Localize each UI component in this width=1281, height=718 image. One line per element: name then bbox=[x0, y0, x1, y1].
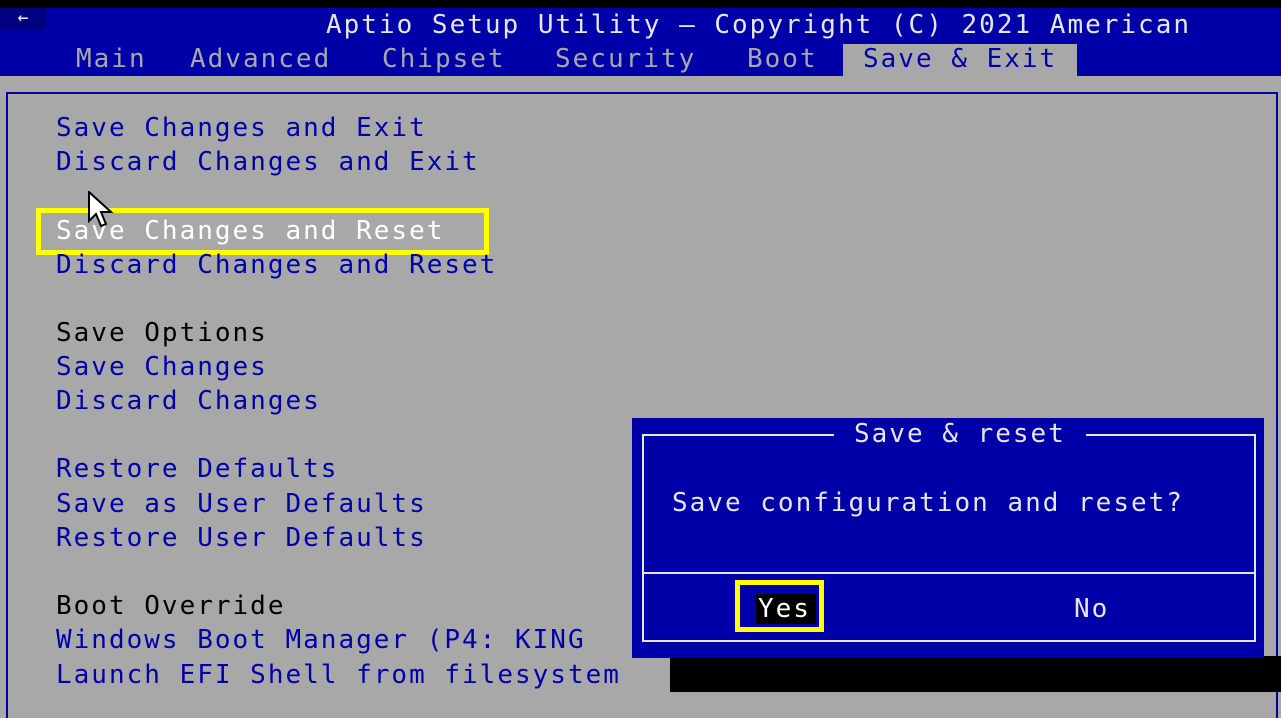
section-label-boot-override: Boot Override bbox=[56, 591, 286, 621]
yes-highlight-box bbox=[735, 580, 824, 632]
menu-item-discard-changes-and-reset[interactable]: Discard Changes and Reset bbox=[56, 250, 497, 280]
header-bar: ← Aptio Setup Utility – Copyright (C) 20… bbox=[0, 8, 1281, 76]
menu-item-restore-user-defaults[interactable]: Restore User Defaults bbox=[56, 523, 427, 553]
menu-item-save-changes[interactable]: Save Changes bbox=[56, 352, 268, 382]
tab-save-exit[interactable]: Save & Exit bbox=[843, 44, 1078, 76]
dialog-message: Save configuration and reset? bbox=[672, 488, 1184, 518]
menu-item-windows-boot-manager[interactable]: Windows Boot Manager (P4: KING bbox=[56, 625, 586, 655]
tab-advanced[interactable]: Advanced bbox=[190, 44, 331, 76]
menu-item-save-changes-and-exit[interactable]: Save Changes and Exit bbox=[56, 113, 427, 143]
menu-item-discard-changes-and-exit[interactable]: Discard Changes and Exit bbox=[56, 147, 480, 177]
dialog-shadow bbox=[670, 656, 1281, 692]
save-reset-dialog: Save & reset Save configuration and rese… bbox=[632, 418, 1264, 658]
menu-item-restore-defaults[interactable]: Restore Defaults bbox=[56, 454, 338, 484]
menu-item-discard-changes[interactable]: Discard Changes bbox=[56, 386, 321, 416]
tab-main[interactable]: Main bbox=[76, 44, 147, 76]
no-button[interactable]: No bbox=[1074, 594, 1109, 624]
tab-security[interactable]: Security bbox=[555, 44, 696, 76]
section-label-save-options: Save Options bbox=[56, 318, 268, 348]
tab-boot[interactable]: Boot bbox=[747, 44, 818, 76]
back-arrow-icon[interactable]: ← bbox=[0, 8, 46, 30]
dialog-separator bbox=[644, 572, 1254, 574]
menu-item-launch-efi-shell[interactable]: Launch EFI Shell from filesystem bbox=[56, 660, 621, 690]
dialog-title: Save & reset bbox=[834, 419, 1086, 449]
tab-chipset[interactable]: Chipset bbox=[382, 44, 506, 76]
mouse-pointer-icon bbox=[88, 191, 114, 228]
top-strip bbox=[0, 0, 1281, 8]
menu-item-save-as-user-defaults[interactable]: Save as User Defaults bbox=[56, 489, 427, 519]
app-title: Aptio Setup Utility – Copyright (C) 2021… bbox=[326, 10, 1192, 40]
tab-bar: Main Advanced Chipset Security Boot Save… bbox=[0, 44, 1281, 76]
